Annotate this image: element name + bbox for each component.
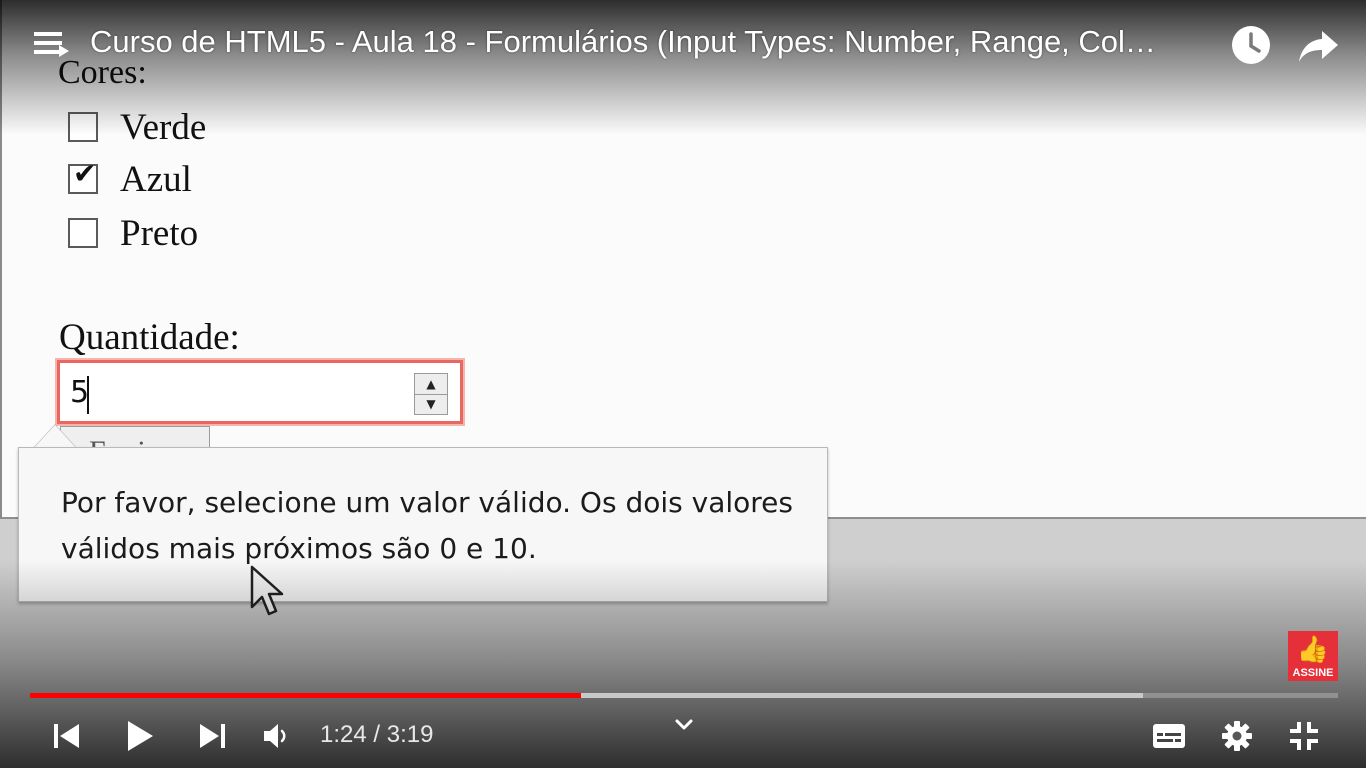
quantidade-label: Quantidade: bbox=[59, 317, 240, 358]
spin-up-arrow-icon: ▲ bbox=[415, 374, 447, 395]
hamburger-menu-icon[interactable] bbox=[34, 30, 69, 58]
spin-down-arrow-icon: ▼ bbox=[426, 397, 436, 411]
skip-next-icon[interactable] bbox=[197, 720, 227, 752]
video-player[interactable]: Cores: Verde ✔ Azul Preto Quantidade: 5 … bbox=[0, 0, 1366, 768]
text-caret bbox=[87, 376, 89, 414]
checkbox-label-verde: Verde bbox=[120, 106, 207, 148]
player-controls: 1:24 / 3:19 bbox=[0, 706, 1366, 766]
video-top-bar: Curso de HTML5 - Aula 18 - Formulários (… bbox=[0, 0, 1366, 90]
share-arrow-icon[interactable] bbox=[1298, 25, 1340, 65]
checkbox-row-preto: Preto bbox=[68, 212, 199, 254]
skip-previous-icon[interactable] bbox=[52, 720, 82, 752]
checkbox-row-azul: ✔ Azul bbox=[68, 158, 192, 200]
checkbox-label-azul: Azul bbox=[120, 158, 192, 200]
quantidade-number-input: 5 ▲ ▼ bbox=[57, 360, 463, 424]
progress-played bbox=[30, 693, 581, 698]
gear-icon[interactable] bbox=[1221, 720, 1253, 752]
checkbox-azul: ✔ bbox=[68, 160, 98, 194]
chevron-down-icon[interactable] bbox=[674, 718, 694, 732]
validation-message: Por favor, selecione um valor válido. Os… bbox=[61, 486, 793, 565]
subtitles-icon[interactable] bbox=[1152, 720, 1186, 752]
time-display: 1:24 / 3:19 bbox=[320, 721, 434, 748]
volume-icon[interactable] bbox=[262, 720, 290, 752]
video-title[interactable]: Curso de HTML5 - Aula 18 - Formulários (… bbox=[90, 24, 1215, 60]
subscribe-badge[interactable]: 👍 ASSINE bbox=[1288, 631, 1338, 681]
checkmark-icon: ✔ bbox=[73, 157, 97, 190]
number-spinner: ▲ ▼ bbox=[414, 373, 448, 415]
mouse-pointer-icon bbox=[250, 565, 284, 616]
play-icon[interactable] bbox=[124, 720, 156, 752]
checkbox-preto bbox=[68, 218, 98, 248]
checkbox-row-verde: Verde bbox=[68, 106, 207, 148]
clock-icon[interactable] bbox=[1231, 25, 1271, 65]
progress-bar[interactable] bbox=[30, 693, 1338, 698]
checkbox-label-preto: Preto bbox=[120, 212, 199, 254]
checkbox-verde bbox=[68, 112, 98, 142]
validation-tooltip: Por favor, selecione um valor válido. Os… bbox=[18, 447, 828, 602]
thumbs-up-icon: 👍 bbox=[1296, 635, 1330, 665]
exit-fullscreen-icon[interactable] bbox=[1288, 720, 1320, 752]
tooltip-pointer bbox=[33, 425, 77, 449]
subscribe-badge-label: ASSINE bbox=[1292, 667, 1334, 679]
